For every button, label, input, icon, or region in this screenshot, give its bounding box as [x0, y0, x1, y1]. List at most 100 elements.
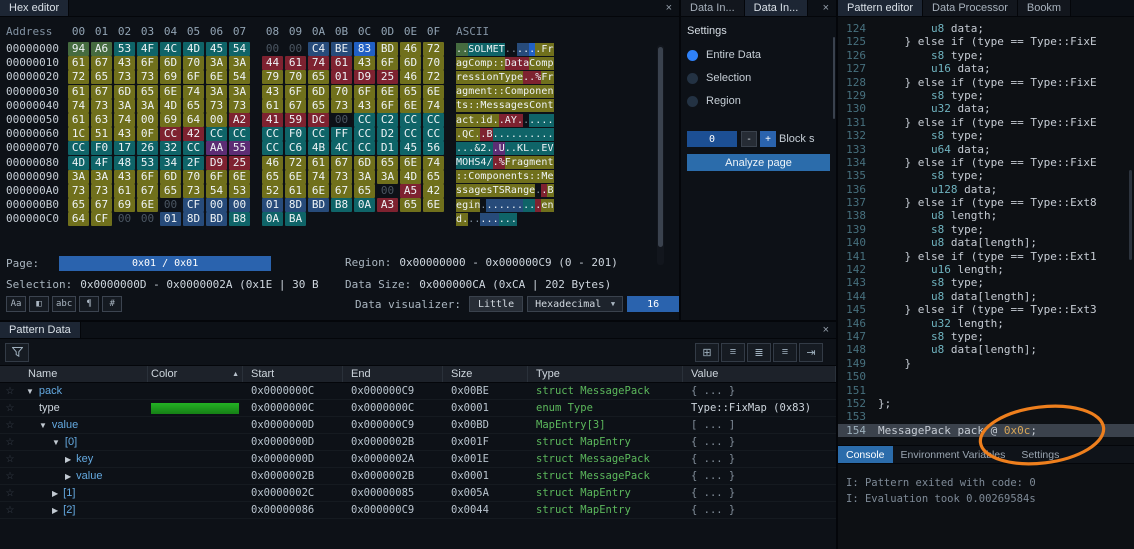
- hex-byte[interactable]: 00: [377, 184, 398, 198]
- hex-byte[interactable]: 6E: [423, 198, 444, 212]
- code-line[interactable]: 148 u8 data[length];: [838, 343, 1134, 356]
- hex-byte[interactable]: 72: [285, 156, 306, 170]
- hex-byte[interactable]: 45: [206, 42, 227, 56]
- hex-byte[interactable]: CF: [183, 198, 204, 212]
- hex-ascii[interactable]: ssagesTSRange..B: [456, 184, 554, 197]
- tree-style-button[interactable]: ≡: [721, 343, 745, 362]
- hex-byte[interactable]: 55: [229, 141, 250, 155]
- tab-environment-variables[interactable]: Environment Variables: [893, 446, 1014, 463]
- hex-ascii[interactable]: ressionType..%Fr: [456, 71, 554, 84]
- code-line[interactable]: 140 u8 data[length];: [838, 236, 1134, 249]
- hex-ascii[interactable]: ts::MessagesCont: [456, 99, 554, 112]
- hex-byte[interactable]: 83: [354, 42, 375, 56]
- hex-ascii[interactable]: egin..........en: [456, 199, 554, 212]
- table-row[interactable]: ☆type0x0000000C0x0000000C0x0001enum Type…: [0, 400, 836, 417]
- hex-byte[interactable]: 00: [206, 198, 227, 212]
- code-line[interactable]: 150: [838, 370, 1134, 383]
- hex-byte[interactable]: 65: [68, 198, 89, 212]
- column-header-size[interactable]: Size: [443, 366, 528, 382]
- hex-byte[interactable]: 67: [91, 198, 112, 212]
- hex-scrollbar-thumb[interactable]: [658, 47, 663, 247]
- hex-byte[interactable]: F0: [91, 141, 112, 155]
- hex-byte[interactable]: 54: [229, 42, 250, 56]
- hex-byte[interactable]: C6: [285, 141, 306, 155]
- hex-byte[interactable]: 4C: [331, 141, 352, 155]
- hex-byte[interactable]: 65: [308, 70, 329, 84]
- hex-byte[interactable]: CC: [400, 113, 421, 127]
- hex-byte[interactable]: 6E: [229, 170, 250, 184]
- hex-byte[interactable]: CC: [354, 127, 375, 141]
- hex-byte[interactable]: 53: [114, 42, 135, 56]
- hex-byte[interactable]: 73: [114, 70, 135, 84]
- hex-byte[interactable]: 00: [331, 113, 352, 127]
- hex-byte[interactable]: 73: [331, 170, 352, 184]
- hex-byte[interactable]: 3A: [354, 170, 375, 184]
- table-row[interactable]: ☆▼[0]0x0000000D0x0000002B0x001Fstruct Ma…: [0, 434, 836, 451]
- endianness-button[interactable]: Little: [469, 296, 523, 312]
- hex-byte[interactable]: 74: [423, 156, 444, 170]
- hex-byte[interactable]: 4D: [68, 156, 89, 170]
- hex-byte[interactable]: 53: [229, 184, 250, 198]
- hex-ascii[interactable]: act.id..AY......: [456, 114, 554, 127]
- hex-byte[interactable]: 41: [262, 113, 283, 127]
- hex-byte[interactable]: 70: [183, 56, 204, 70]
- hex-byte[interactable]: 79: [262, 70, 283, 84]
- code-line[interactable]: 142 u16 length;: [838, 263, 1134, 276]
- hex-byte[interactable]: CC: [160, 127, 181, 141]
- column-header-end[interactable]: End: [343, 366, 443, 382]
- code-line[interactable]: 145 } else if (type == Type::Ext3: [838, 303, 1134, 316]
- tree-open-icon[interactable]: ▼: [52, 438, 60, 447]
- hex-byte[interactable]: 61: [331, 56, 352, 70]
- code-line[interactable]: 151: [838, 384, 1134, 397]
- table-row[interactable]: ☆▶[2]0x000000860x000000C90x0044struct Ma…: [0, 502, 836, 519]
- tree-closed-icon[interactable]: ▶: [52, 506, 58, 515]
- hex-byte[interactable]: 6F: [377, 99, 398, 113]
- hex-ascii[interactable]: agment::Componen: [456, 85, 554, 98]
- pattern-data-tab[interactable]: Pattern Data: [0, 322, 81, 338]
- table-view-button[interactable]: ⊞: [695, 343, 719, 362]
- hex-byte[interactable]: 6D: [400, 56, 421, 70]
- hex-byte[interactable]: 42: [423, 184, 444, 198]
- hex-byte[interactable]: 6E: [160, 85, 181, 99]
- code-line[interactable]: 136 u128 data;: [838, 183, 1134, 196]
- hex-ascii[interactable]: .QC..B..........: [456, 128, 554, 141]
- hex-byte[interactable]: 25: [229, 156, 250, 170]
- hex-byte[interactable]: 32: [160, 141, 181, 155]
- code-line[interactable]: 128 } else if (type == Type::FixE: [838, 76, 1134, 89]
- hex-byte[interactable]: 6D: [114, 85, 135, 99]
- hex-byte[interactable]: 6E: [423, 85, 444, 99]
- inspector-scrollbar[interactable]: [832, 29, 836, 319]
- hex-byte[interactable]: 74: [423, 99, 444, 113]
- hex-byte[interactable]: 42: [183, 127, 204, 141]
- hex-byte[interactable]: D9: [354, 70, 375, 84]
- hex-ascii[interactable]: ..SOLMET......Fr: [456, 43, 554, 56]
- hex-byte[interactable]: 70: [331, 85, 352, 99]
- hex-byte[interactable]: BE: [331, 42, 352, 56]
- hex-byte[interactable]: 6E: [206, 70, 227, 84]
- hex-byte[interactable]: 01: [262, 198, 283, 212]
- hex-ascii[interactable]: ...&2..U..KL..EV: [456, 142, 554, 155]
- hex-byte[interactable]: 69: [160, 113, 181, 127]
- hex-byte[interactable]: CC: [354, 113, 375, 127]
- tab-bookm[interactable]: Bookm: [1018, 0, 1071, 16]
- hex-byte[interactable]: 72: [68, 70, 89, 84]
- hex-byte[interactable]: 8D: [183, 212, 204, 226]
- tab-data-processor[interactable]: Data Processor: [923, 0, 1018, 16]
- hex-byte[interactable]: 74: [183, 85, 204, 99]
- hex-byte[interactable]: AA: [206, 141, 227, 155]
- hex-byte[interactable]: 3A: [377, 170, 398, 184]
- hex-byte[interactable]: 65: [308, 99, 329, 113]
- hex-byte[interactable]: CC: [308, 127, 329, 141]
- hex-ascii[interactable]: agComp::DataComp: [456, 57, 554, 70]
- hex-byte[interactable]: 70: [183, 170, 204, 184]
- table-row[interactable]: ☆▶[1]0x0000002C0x000000850x005Astruct Ma…: [0, 485, 836, 502]
- hex-byte[interactable]: 61: [308, 156, 329, 170]
- hex-byte[interactable]: BD: [377, 42, 398, 56]
- hex-ascii[interactable]: MOHS4/.%Fragment: [456, 156, 554, 169]
- code-line[interactable]: 143 s8 type;: [838, 276, 1134, 289]
- hex-byte[interactable]: 74: [308, 56, 329, 70]
- hex-byte[interactable]: 43: [114, 170, 135, 184]
- code-line[interactable]: 125 } else if (type == Type::FixE: [838, 35, 1134, 48]
- favorite-star-icon[interactable]: ☆: [0, 454, 20, 465]
- column-header-value[interactable]: Value: [683, 366, 836, 382]
